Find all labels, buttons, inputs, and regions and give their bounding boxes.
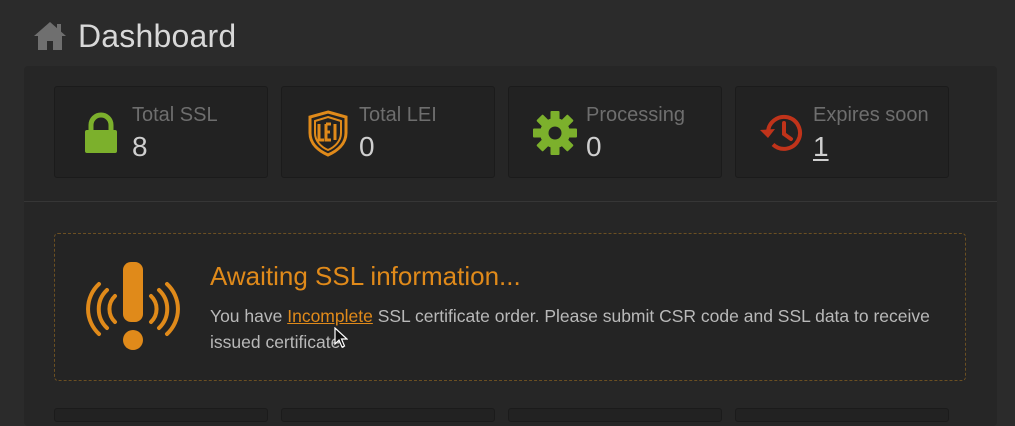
bottom-cards-row	[54, 408, 949, 422]
divider	[24, 201, 997, 202]
alert-text-before: You have	[210, 306, 288, 326]
stat-value: 0	[359, 131, 375, 162]
stat-value: 0	[586, 131, 602, 162]
alert-box: Awaiting SSL information... You have Inc…	[54, 233, 966, 381]
history-clock-icon	[758, 109, 806, 157]
mouse-cursor-icon	[334, 327, 348, 349]
stat-card-partial	[54, 408, 268, 422]
stat-label: Expires soon	[813, 104, 929, 126]
stat-label: Total SSL	[132, 104, 218, 126]
stats-row: Total SSL 8 Total LEI 0 Processing 0 Exp…	[54, 86, 949, 178]
incomplete-link[interactable]: Incomplete	[287, 306, 373, 326]
lei-shield-icon	[304, 109, 352, 157]
stat-card-total-ssl[interactable]: Total SSL 8	[54, 86, 268, 178]
stat-value: 8	[132, 131, 148, 162]
stat-label: Processing	[586, 104, 685, 126]
dashboard-panel: Total SSL 8 Total LEI 0 Processing 0 Exp…	[24, 66, 997, 426]
gear-icon	[531, 109, 579, 157]
stat-card-partial	[735, 408, 949, 422]
alert-title: Awaiting SSL information...	[210, 261, 521, 291]
stat-card-processing[interactable]: Processing 0	[508, 86, 722, 178]
stat-card-partial	[281, 408, 495, 422]
stat-card-partial	[508, 408, 722, 422]
alert-broadcast-icon	[85, 260, 181, 356]
stat-label: Total LEI	[359, 104, 437, 126]
expires-soon-link[interactable]: 1	[813, 131, 829, 163]
alert-message: You have Incomplete SSL certificate orde…	[210, 303, 930, 355]
page-header: Dashboard	[32, 14, 236, 58]
lock-icon	[77, 109, 125, 157]
page-title: Dashboard	[78, 17, 237, 54]
home-icon	[32, 20, 68, 52]
stat-card-expires-soon[interactable]: Expires soon 1	[735, 86, 949, 178]
stat-card-total-lei[interactable]: Total LEI 0	[281, 86, 495, 178]
